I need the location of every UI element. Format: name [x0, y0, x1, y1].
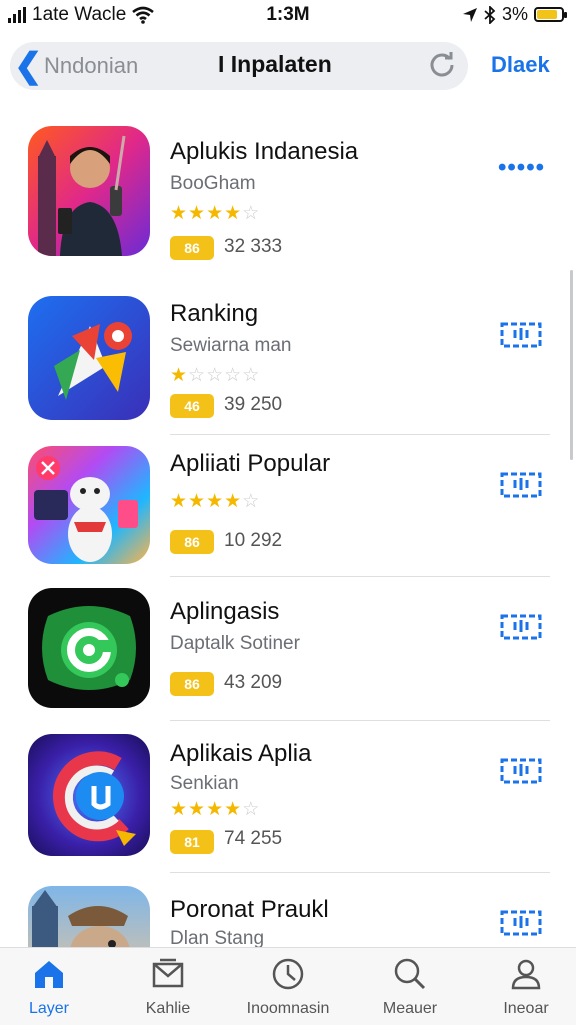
price-badge: 46: [170, 394, 214, 418]
download-icon[interactable]: [498, 468, 544, 502]
bluetooth-icon: [484, 5, 496, 24]
review-count: 43 209: [224, 672, 283, 693]
page-title: I Inpalaten: [218, 51, 332, 77]
star-filled-icon: ★: [224, 203, 243, 224]
tab-label: Ineoar: [503, 1000, 549, 1017]
star-empty-icon: ☆: [188, 365, 207, 386]
download-icon[interactable]: [498, 318, 544, 352]
app-name: Aplingasis: [170, 598, 280, 625]
home-icon: [35, 961, 63, 988]
download-icon[interactable]: [498, 906, 544, 940]
mail-icon: [152, 958, 184, 988]
nav-action-button[interactable]: Dlaek: [491, 52, 550, 78]
review-count: 32 333: [224, 236, 283, 257]
tab-label: Kahlie: [145, 1000, 191, 1017]
tab-bar: Layer Kahlie Inoomnasin Meauer Ineoar: [0, 947, 576, 1025]
star-filled-icon: ★: [206, 491, 225, 512]
download-icon[interactable]: [498, 610, 544, 644]
back-button[interactable]: Nndonian: [44, 53, 138, 79]
battery-fill: [537, 10, 558, 19]
price-badge: 86: [170, 672, 214, 696]
star-filled-icon: ★: [206, 799, 225, 820]
tab-ineoar[interactable]: Ineoar: [471, 956, 576, 1018]
tab-label: Meauer: [382, 1000, 438, 1017]
app-name: Apliiati Popular: [170, 450, 331, 477]
status-bar: 1ate Wacle 1:3M 3%: [0, 0, 576, 30]
app-icon-mascot: [28, 446, 150, 564]
price-badge: 86: [170, 236, 214, 260]
app-subtitle: Sewiarna man: [170, 335, 292, 356]
battery-icon: [534, 7, 567, 22]
tab-label: Layer: [28, 1000, 70, 1017]
star-filled-icon: ★: [170, 491, 189, 512]
tab-layer[interactable]: Layer: [0, 956, 104, 1018]
tab-inoomnasin[interactable]: Inoomnasin: [233, 956, 343, 1018]
tab-kahlie[interactable]: Kahlie: [113, 956, 223, 1018]
app-name: Aplukis Indanesia: [170, 138, 359, 165]
rating-stars: ★☆☆☆☆: [170, 364, 260, 387]
battery-percent: 3%: [501, 4, 528, 24]
app-icon-portrait: [28, 126, 150, 256]
star-filled-icon: ★: [206, 203, 225, 224]
app-subtitle: Senkian: [170, 773, 239, 794]
review-count: 74 255: [224, 828, 283, 849]
nav-bar: ❮ Nndonian I Inpalaten Dlaek: [0, 40, 576, 92]
star-empty-icon: ☆: [206, 365, 225, 386]
review-count: 39 250: [224, 394, 283, 415]
divider: [170, 872, 550, 873]
more-options-button[interactable]: •••••: [498, 154, 545, 182]
star-empty-icon: ☆: [242, 203, 261, 224]
person-icon: [511, 959, 541, 990]
star-filled-icon: ★: [170, 203, 189, 224]
star-empty-icon: ☆: [242, 491, 261, 512]
star-filled-icon: ★: [188, 203, 207, 224]
location-icon: [462, 7, 477, 22]
star-empty-icon: ☆: [242, 365, 261, 386]
star-empty-icon: ☆: [242, 799, 261, 820]
app-icon-maps: [28, 296, 150, 420]
scrollbar[interactable]: [570, 270, 573, 460]
rating-stars: ★★★★☆: [170, 798, 260, 821]
app-subtitle: BooGham: [170, 173, 256, 194]
back-chevron-icon[interactable]: ❮: [14, 46, 43, 86]
app-name: Poronat Praukl: [170, 896, 329, 923]
refresh-icon[interactable]: [428, 50, 456, 78]
star-empty-icon: ☆: [224, 365, 243, 386]
price-badge: 81: [170, 830, 214, 854]
price-badge: 86: [170, 530, 214, 554]
star-filled-icon: ★: [224, 799, 243, 820]
divider: [170, 720, 550, 721]
star-filled-icon: ★: [224, 491, 243, 512]
review-count: 10 292: [224, 530, 283, 551]
search-icon: [394, 958, 426, 990]
status-right: 3%: [462, 4, 567, 25]
app-subtitle: Daptalk Sotiner: [170, 633, 300, 654]
star-filled-icon: ★: [188, 799, 207, 820]
star-filled-icon: ★: [170, 799, 189, 820]
tab-meauer[interactable]: Meauer: [355, 956, 465, 1018]
app-name: Ranking: [170, 300, 259, 327]
rating-stars: ★★★★☆: [170, 202, 260, 225]
divider: [170, 576, 550, 577]
star-filled-icon: ★: [188, 491, 207, 512]
tab-label: Inoomnasin: [246, 1000, 330, 1017]
divider: [170, 434, 550, 435]
download-icon[interactable]: [498, 754, 544, 788]
app-name: Aplikais Aplia: [170, 740, 312, 767]
clock-icon: [272, 958, 304, 990]
app-icon-swirl: [28, 734, 150, 856]
app-icon-chat: [28, 588, 150, 708]
rating-stars: ★★★★☆: [170, 490, 260, 513]
star-filled-icon: ★: [170, 365, 189, 386]
